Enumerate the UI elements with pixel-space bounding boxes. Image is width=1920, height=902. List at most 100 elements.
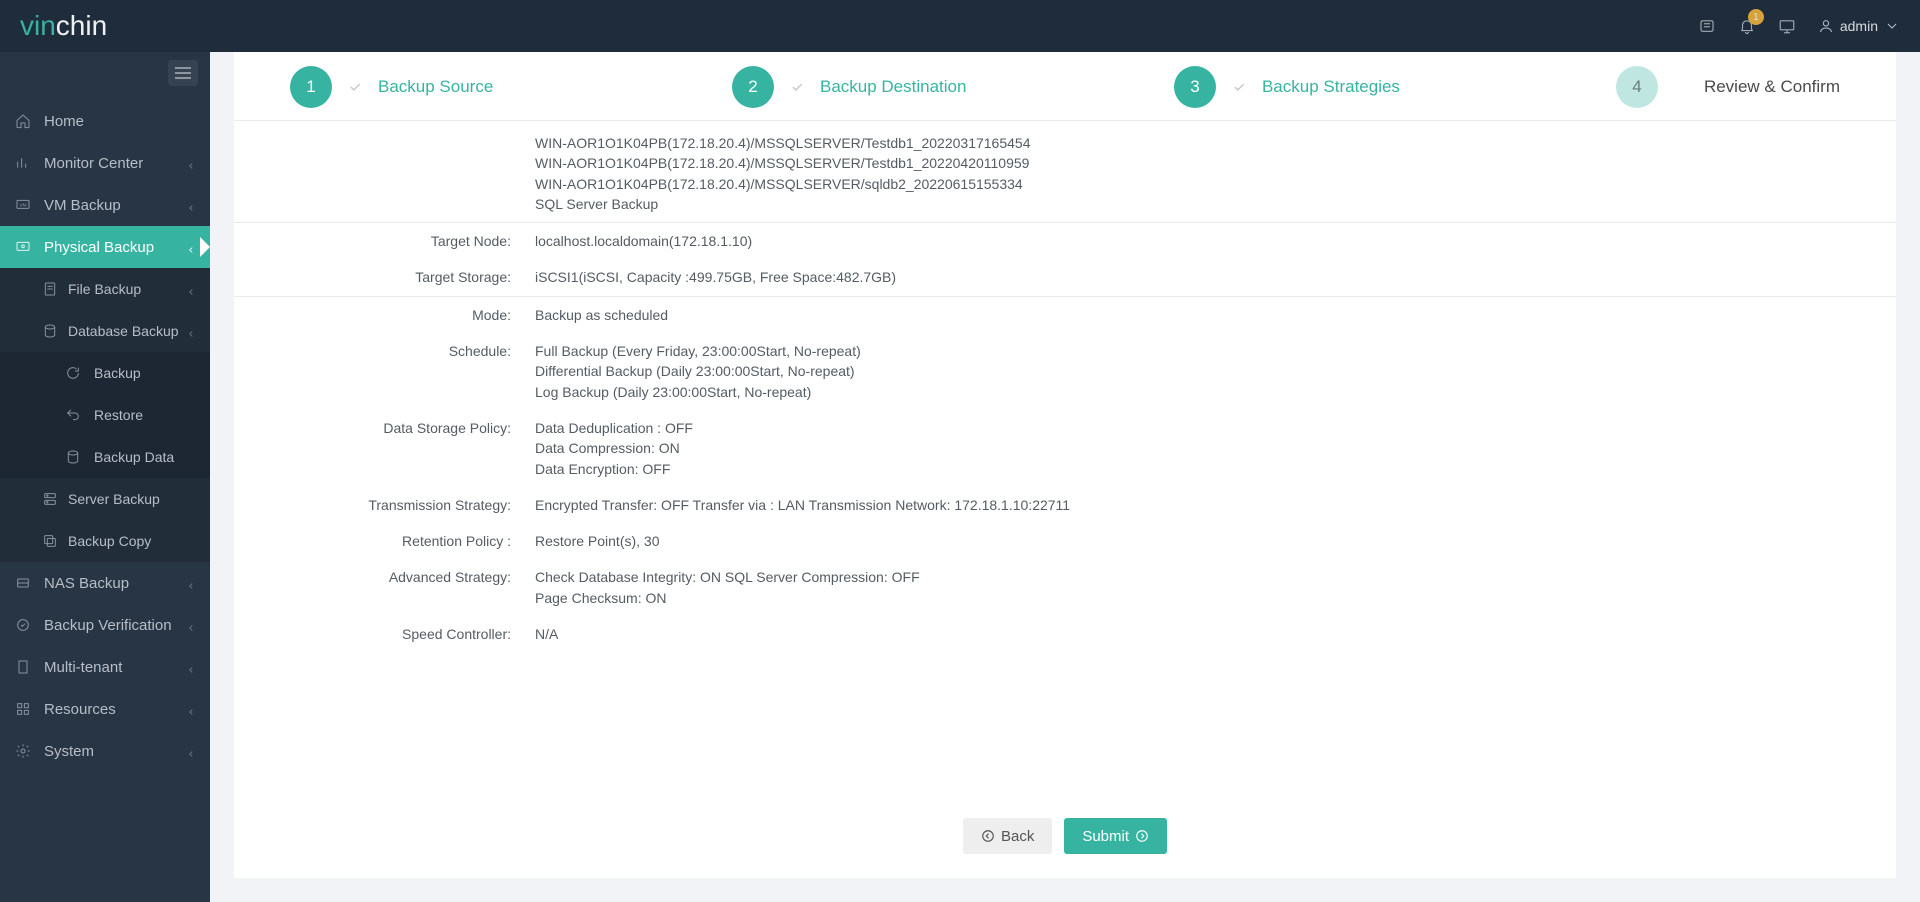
sidebar-item-home[interactable]: Home: [0, 100, 210, 142]
sidebar-item-label: Backup: [94, 365, 141, 381]
chevron-left-icon: [186, 746, 196, 756]
chevron-left-icon: [186, 704, 196, 714]
step-number: 4: [1616, 66, 1658, 108]
sidebar-item-vm-backup[interactable]: VM VM Backup: [0, 184, 210, 226]
review-key: Mode:: [234, 305, 535, 325]
topbar-screen-icon[interactable]: [1778, 17, 1796, 35]
chevron-left-icon: [186, 158, 196, 168]
review-key: Target Node:: [234, 231, 535, 251]
sidebar-item-multi-tenant[interactable]: Multi-tenant: [0, 646, 210, 688]
check-icon: [348, 80, 362, 94]
topbar-news-icon[interactable]: [1698, 17, 1716, 35]
sidebar-item-backup-copy[interactable]: Backup Copy: [0, 520, 210, 562]
sidebar-item-label: Backup Copy: [68, 533, 151, 549]
review-key: Data Storage Policy:: [234, 418, 535, 479]
sidebar-item-monitor-center[interactable]: Monitor Center: [0, 142, 210, 184]
sidebar-item-label: Physical Backup: [44, 239, 154, 256]
grid-icon: [14, 700, 32, 718]
undo-icon: [64, 406, 82, 424]
review-key: Advanced Strategy:: [234, 567, 535, 608]
topbar-bell-icon[interactable]: 1: [1738, 17, 1756, 35]
sidebar-item-server-backup[interactable]: Server Backup: [0, 478, 210, 520]
wizard-step-4: 4 Review & Confirm: [1616, 66, 1840, 108]
sidebar-item-label: VM Backup: [44, 197, 121, 214]
sidebar-item-system[interactable]: System: [0, 730, 210, 772]
sidebar-item-backup-data[interactable]: Backup Data: [0, 436, 210, 478]
review-value: Full Backup (Every Friday, 23:00:00Start…: [535, 341, 1896, 402]
user-name: admin: [1840, 18, 1878, 34]
db-icon: [64, 448, 82, 466]
main-content: 1Backup Source2Backup Destination3 Backup…: [210, 52, 1920, 902]
sidebar-item-database-backup[interactable]: Database Backup: [0, 310, 210, 352]
check-icon: [1232, 80, 1246, 94]
vm-icon: VM: [14, 196, 32, 214]
wizard-step-3[interactable]: 3 Backup Strategies: [1174, 66, 1616, 108]
review-value: localhost.localdomain(172.18.1.10): [535, 231, 1896, 251]
sidebar-item-file-backup[interactable]: File Backup: [0, 268, 210, 310]
wizard-steps: 1Backup Source2Backup Destination3 Backup…: [234, 52, 1896, 114]
review-value: Check Database Integrity: ON SQL Server …: [535, 567, 1896, 608]
sidebar-item-label: Monitor Center: [44, 155, 143, 172]
verify-icon: [14, 616, 32, 634]
chevron-left-icon: [186, 326, 196, 336]
sidebar-item-label: Backup Verification: [44, 617, 172, 634]
svg-text:VM: VM: [20, 202, 27, 207]
review-pane[interactable]: WIN-AOR1O1K04PB(172.18.20.4)/MSSQLSERVER…: [234, 120, 1896, 802]
sidebar-item-label: File Backup: [68, 281, 141, 297]
step-number: 3: [1174, 66, 1216, 108]
notification-badge: 1: [1748, 9, 1764, 25]
sidebar-item-label: Multi-tenant: [44, 659, 122, 676]
sidebar-item-resources[interactable]: Resources: [0, 688, 210, 730]
sidebar-item-label: Backup Data: [94, 449, 174, 465]
sidebar-menu: Home Monitor Center VM VM Backup Physical Ba…: [0, 100, 210, 772]
review-key: Schedule:: [234, 341, 535, 402]
arrow-right-icon: [1135, 829, 1149, 843]
sidebar-item-backup[interactable]: Backup: [0, 352, 210, 394]
sidebar-item-label: Restore: [94, 407, 143, 423]
user-menu[interactable]: admin: [1818, 18, 1900, 34]
arrow-left-icon: [981, 829, 995, 843]
sidebar-item-label: System: [44, 743, 94, 760]
sidebar-item-nas-backup[interactable]: NAS Backup: [0, 562, 210, 604]
sidebar-item-backup-verification[interactable]: Backup Verification: [0, 604, 210, 646]
copy-icon: [42, 532, 58, 550]
sidebar-item-label: Resources: [44, 701, 116, 718]
review-value: N/A: [535, 624, 1896, 644]
file-icon: [42, 280, 58, 298]
physical-icon: [14, 238, 32, 256]
sidebar-item-label: Home: [44, 113, 84, 130]
step-number: 1: [290, 66, 332, 108]
step-label: Review & Confirm: [1704, 77, 1840, 97]
building-icon: [14, 658, 32, 676]
review-value: Restore Point(s), 30: [535, 531, 1896, 551]
review-key: Speed Controller:: [234, 624, 535, 644]
chevron-left-icon: [186, 284, 196, 294]
brand-right: chin: [56, 10, 107, 41]
submit-button[interactable]: Submit: [1064, 818, 1167, 854]
home-icon: [14, 112, 32, 130]
step-label: Backup Destination: [820, 77, 966, 97]
sidebar-item-label: NAS Backup: [44, 575, 129, 592]
chart-icon: [14, 154, 32, 172]
chevron-down-icon: [1884, 18, 1900, 34]
refresh-icon: [64, 364, 82, 382]
sidebar-toggle-icon[interactable]: [168, 60, 198, 86]
sidebar-item-restore[interactable]: Restore: [0, 394, 210, 436]
sidebar-item-label: Server Backup: [68, 491, 160, 507]
check-icon: [790, 80, 804, 94]
backup-source-value: WIN-AOR1O1K04PB(172.18.20.4)/MSSQLSERVER…: [535, 133, 1896, 214]
review-key: Retention Policy :: [234, 531, 535, 551]
review-key: Transmission Strategy:: [234, 495, 535, 515]
review-key: Target Storage:: [234, 267, 535, 287]
wizard-step-1[interactable]: 1Backup Source: [290, 66, 732, 108]
review-value: Backup as scheduled: [535, 305, 1896, 325]
wizard-step-2[interactable]: 2Backup Destination: [732, 66, 1174, 108]
review-value: Data Deduplication : OFFData Compression…: [535, 418, 1896, 479]
step-label: Backup Strategies: [1262, 77, 1400, 97]
sidebar-item-physical-backup[interactable]: Physical Backup: [0, 226, 210, 268]
brand-logo: vinchin: [0, 10, 107, 42]
back-button[interactable]: Back: [963, 818, 1052, 854]
wizard-footer: Back Submit: [234, 802, 1896, 878]
review-value: iSCSI1(iSCSI, Capacity :499.75GB, Free S…: [535, 267, 1896, 287]
brand-left: vin: [20, 10, 56, 41]
